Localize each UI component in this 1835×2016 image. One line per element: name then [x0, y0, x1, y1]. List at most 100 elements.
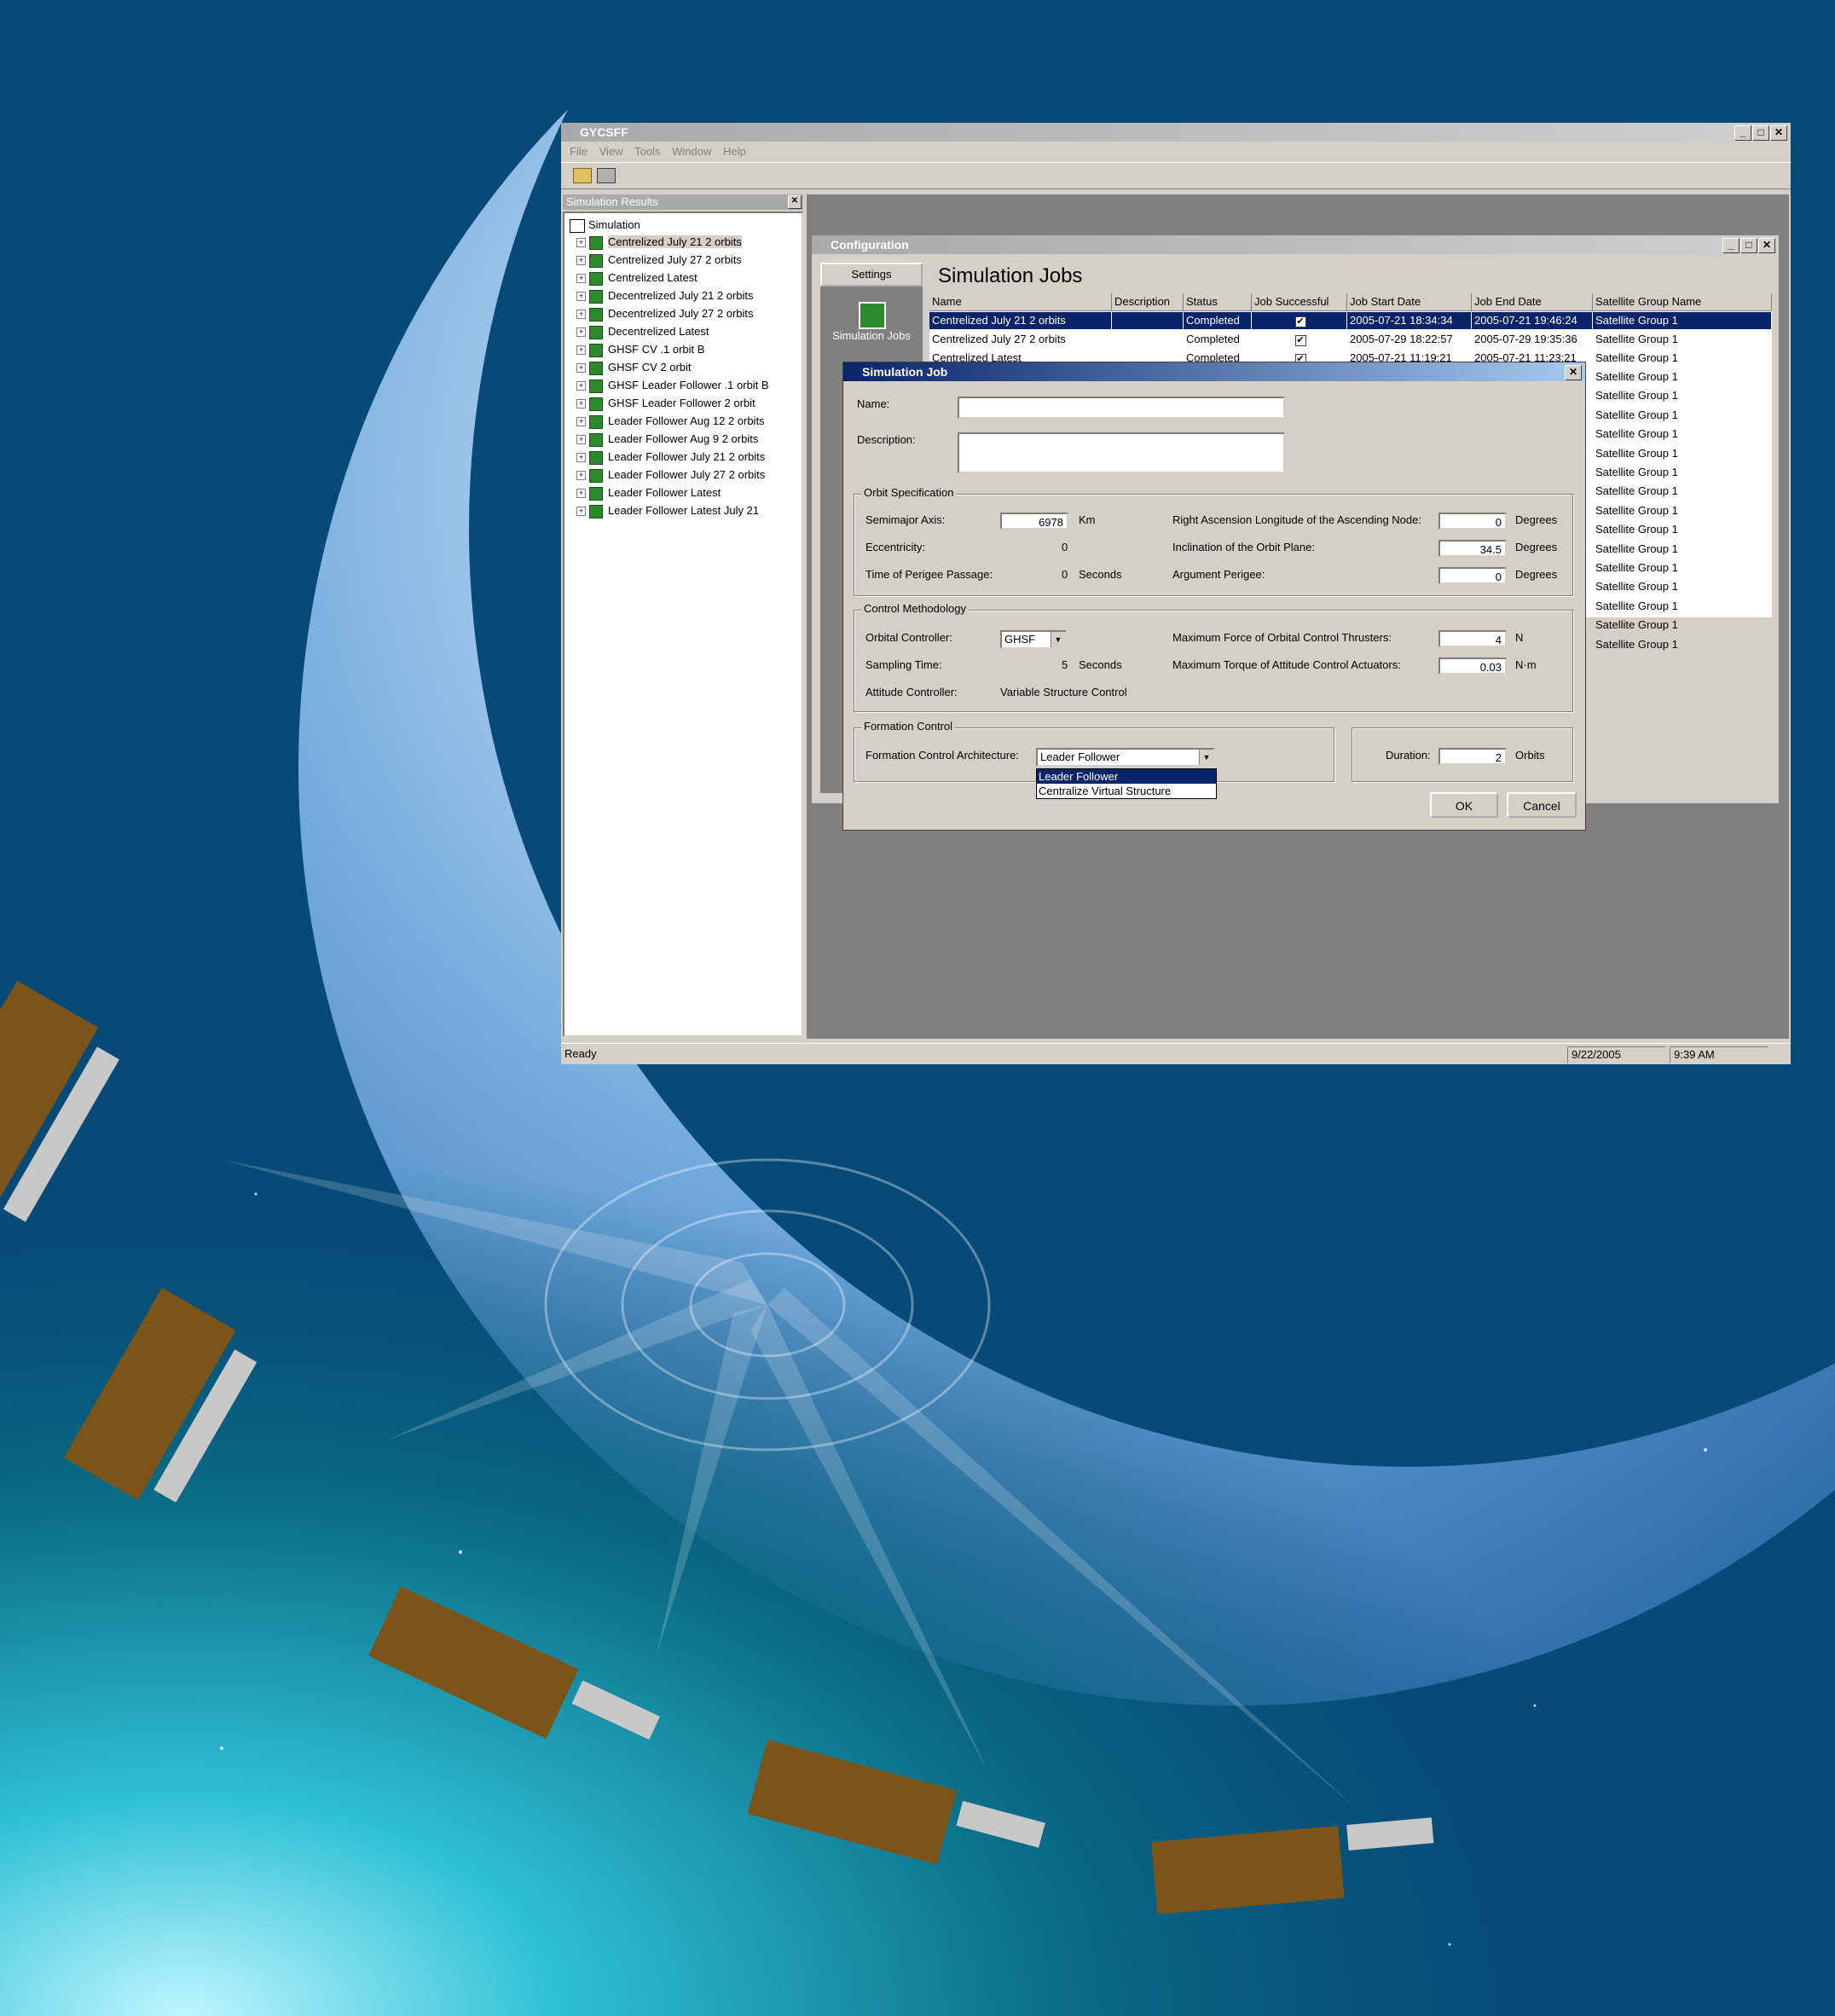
table-cell[interactable]: Satellite Group 1	[1593, 387, 1771, 404]
dropdown-option[interactable]: Centralize Virtual Structure	[1037, 784, 1216, 798]
table-cell[interactable]: 2005-07-21 19:46:24	[1472, 312, 1592, 329]
cancel-button[interactable]: Cancel	[1507, 792, 1577, 818]
table-cell[interactable]: Satellite Group 1	[1593, 541, 1771, 558]
table-cell[interactable]: Satellite Group 1	[1593, 312, 1771, 329]
tree-item[interactable]: + Leader Follower Latest	[576, 484, 721, 501]
table-cell[interactable]: Centrelized July 27 2 orbits	[929, 331, 1111, 348]
tree-item[interactable]: + Decentrelized Latest	[576, 323, 709, 340]
expand-icon[interactable]: +	[576, 292, 586, 302]
column-header[interactable]: Name	[929, 293, 1112, 311]
tree-item[interactable]: + GHSF CV .1 orbit B	[576, 341, 704, 358]
column-header[interactable]: Job Successful	[1252, 293, 1347, 311]
expand-icon[interactable]: +	[576, 399, 586, 409]
name-input[interactable]	[958, 397, 1285, 419]
configuration-title-bar[interactable]: Configuration	[812, 235, 1779, 254]
expand-icon[interactable]: +	[576, 435, 586, 445]
duration-input[interactable]: 2	[1438, 748, 1507, 765]
expand-icon[interactable]: +	[576, 363, 586, 374]
tree-item[interactable]: + Centrelized July 21 2 orbits	[576, 234, 742, 251]
table-cell[interactable]: Satellite Group 1	[1593, 521, 1771, 538]
expand-icon[interactable]: +	[576, 327, 586, 338]
expand-icon[interactable]: +	[576, 381, 586, 391]
expand-icon[interactable]: +	[576, 345, 586, 356]
settings-button[interactable]: Settings	[820, 263, 923, 287]
config-close-button[interactable]: ✕	[1758, 238, 1775, 253]
chevron-down-icon[interactable]: ▼	[1051, 632, 1065, 647]
dropdown-option[interactable]: Leader Follower	[1037, 769, 1216, 784]
tree-item[interactable]: + Decentrelized July 27 2 orbits	[576, 305, 754, 322]
tree-item[interactable]: + Centrelized July 27 2 orbits	[576, 252, 742, 269]
table-cell[interactable]: Satellite Group 1	[1593, 559, 1771, 576]
table-cell[interactable]: Satellite Group 1	[1593, 598, 1771, 615]
table-cell[interactable]: Satellite Group 1	[1593, 464, 1771, 481]
expand-icon[interactable]: +	[576, 238, 586, 248]
tree-item[interactable]: + Decentrelized July 21 2 orbits	[576, 287, 754, 304]
tree-item[interactable]: + GHSF Leader Follower .1 orbit B	[576, 377, 769, 394]
results-panel-close-button[interactable]: ✕	[788, 195, 802, 209]
job-close-button[interactable]: ✕	[1565, 365, 1582, 380]
table-cell[interactable]: 2005-07-29 18:22:57	[1347, 331, 1471, 348]
table-cell[interactable]: Satellite Group 1	[1593, 483, 1771, 500]
column-header[interactable]: Job Start Date	[1347, 293, 1472, 311]
tree-item[interactable]: + GHSF Leader Follower 2 orbit	[576, 395, 755, 412]
config-minimize-button[interactable]: _	[1722, 238, 1739, 253]
tree-item[interactable]: + Leader Follower Aug 12 2 orbits	[576, 413, 765, 430]
table-cell[interactable]	[1112, 312, 1183, 329]
table-cell[interactable]: Satellite Group 1	[1593, 578, 1771, 595]
expand-icon[interactable]: +	[576, 417, 586, 427]
raan-input[interactable]: 0	[1438, 513, 1507, 530]
menu-view[interactable]: View	[599, 142, 623, 162]
formation-arch-select[interactable]: Leader Follower ▼	[1036, 748, 1215, 767]
config-maximize-button[interactable]: □	[1740, 238, 1757, 253]
expand-icon[interactable]: +	[576, 471, 586, 481]
table-cell[interactable]: Satellite Group 1	[1593, 426, 1771, 443]
menu-help[interactable]: Help	[723, 142, 746, 162]
expand-icon[interactable]: +	[576, 256, 586, 266]
orbital-controller-select[interactable]: GHSF ▼	[1000, 630, 1067, 649]
open-folder-icon[interactable]	[573, 168, 592, 183]
table-cell[interactable]: Satellite Group 1	[1593, 350, 1771, 367]
expand-icon[interactable]: +	[576, 489, 586, 499]
tree-item[interactable]: + Leader Follower Latest July 21	[576, 502, 759, 519]
table-cell[interactable]: ✔	[1252, 331, 1346, 348]
table-cell[interactable]: ✔	[1252, 312, 1346, 329]
inclination-input[interactable]: 34.5	[1438, 540, 1507, 557]
tree-item[interactable]: + Leader Follower Aug 9 2 orbits	[576, 431, 758, 448]
simulation-jobs-icon[interactable]	[859, 302, 886, 329]
tree-item[interactable]: + Centrelized Latest	[576, 269, 698, 287]
expand-icon[interactable]: +	[576, 453, 586, 463]
main-title-bar[interactable]: GYCSFF	[561, 123, 1791, 142]
minimize-button[interactable]: _	[1734, 125, 1751, 141]
table-cell[interactable]: Completed	[1184, 331, 1251, 348]
menu-file[interactable]: File	[570, 142, 588, 162]
tree-item[interactable]: + Leader Follower July 21 2 orbits	[576, 449, 765, 466]
tree-root[interactable]: Simulation	[570, 217, 640, 234]
table-cell[interactable]	[1112, 331, 1183, 348]
table-cell[interactable]: Satellite Group 1	[1593, 407, 1771, 424]
column-header[interactable]: Job End Date	[1472, 293, 1593, 311]
table-cell[interactable]: Completed	[1184, 312, 1251, 329]
maximize-button[interactable]: □	[1752, 125, 1769, 141]
table-cell[interactable]: Satellite Group 1	[1593, 368, 1771, 385]
expand-icon[interactable]: +	[576, 507, 586, 517]
table-cell[interactable]: Satellite Group 1	[1593, 502, 1771, 519]
column-header[interactable]: Description	[1112, 293, 1184, 311]
table-cell[interactable]: 2005-07-21 18:34:34	[1347, 312, 1471, 329]
expand-icon[interactable]: +	[576, 310, 586, 320]
table-cell[interactable]: 2005-07-29 19:35:36	[1472, 331, 1592, 348]
simulation-job-title-bar[interactable]: Simulation Job	[843, 362, 1585, 381]
tree-item[interactable]: + Leader Follower July 27 2 orbits	[576, 466, 765, 484]
ok-button[interactable]: OK	[1430, 792, 1498, 818]
table-cell[interactable]: Satellite Group 1	[1593, 331, 1771, 348]
description-input[interactable]	[958, 432, 1285, 473]
max-force-input[interactable]: 4	[1438, 630, 1507, 647]
table-cell[interactable]: Satellite Group 1	[1593, 636, 1771, 653]
tree-item[interactable]: + GHSF CV 2 orbit	[576, 359, 692, 376]
print-icon[interactable]	[597, 168, 616, 183]
menu-tools[interactable]: Tools	[634, 142, 660, 162]
menu-window[interactable]: Window	[672, 142, 711, 162]
column-header[interactable]: Satellite Group Name	[1593, 293, 1772, 311]
close-button[interactable]: ✕	[1770, 125, 1787, 141]
table-cell[interactable]: Centrelized July 21 2 orbits	[929, 312, 1111, 329]
max-torque-input[interactable]: 0.03	[1438, 658, 1507, 675]
